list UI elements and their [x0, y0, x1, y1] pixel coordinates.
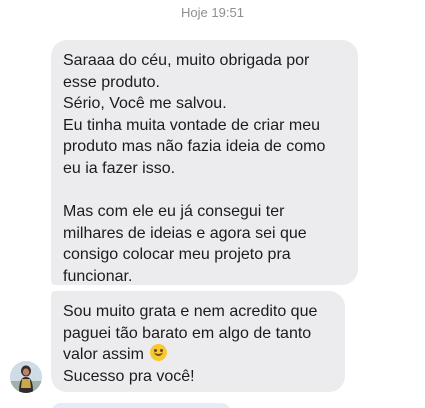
message-timestamp: Hoje 19:51	[181, 5, 244, 20]
next-message-bubble[interactable]	[51, 403, 231, 408]
chat-screen: Hoje 19:51 Saraaa do céu, muito obrigada…	[0, 0, 425, 408]
message-bubble[interactable]: Saraaa do céu, muito obrigada por esse p…	[51, 40, 358, 285]
message-line: funcionar.	[63, 267, 133, 285]
message-line: milhares de ideias e agora sei que	[63, 224, 307, 242]
message-line: valor assim	[63, 346, 144, 363]
message-line: Sou muito grata e nem acredito que	[63, 303, 318, 320]
avatar-photo-icon	[10, 361, 42, 393]
message-line: paguei tão barato em algo de tanto	[63, 324, 312, 342]
message-line: produto mas não fazia ideia de como	[63, 138, 326, 155]
message-line: Mas com ele eu já consegui ter	[63, 203, 285, 220]
message-line: Saraaa do céu, muito obrigada por	[63, 52, 310, 69]
message-line: Sério, Você me salvou.	[63, 95, 227, 112]
sender-avatar[interactable]	[10, 361, 42, 393]
message-line: Sucesso pra você!	[63, 367, 195, 385]
message-line-with-emoji: valor assim	[63, 344, 333, 366]
smiling-face-emoji-icon	[150, 344, 168, 361]
message-line: Eu tinha muita vontade de criar meu	[63, 116, 321, 134]
message-line: eu ia fazer isso.	[63, 159, 176, 177]
message-line: esse produto.	[63, 73, 160, 91]
message-bubble[interactable]: Sou muito grata e nem acredito que pague…	[51, 291, 345, 392]
message-line: consigo colocar meu projeto pra	[63, 246, 291, 263]
